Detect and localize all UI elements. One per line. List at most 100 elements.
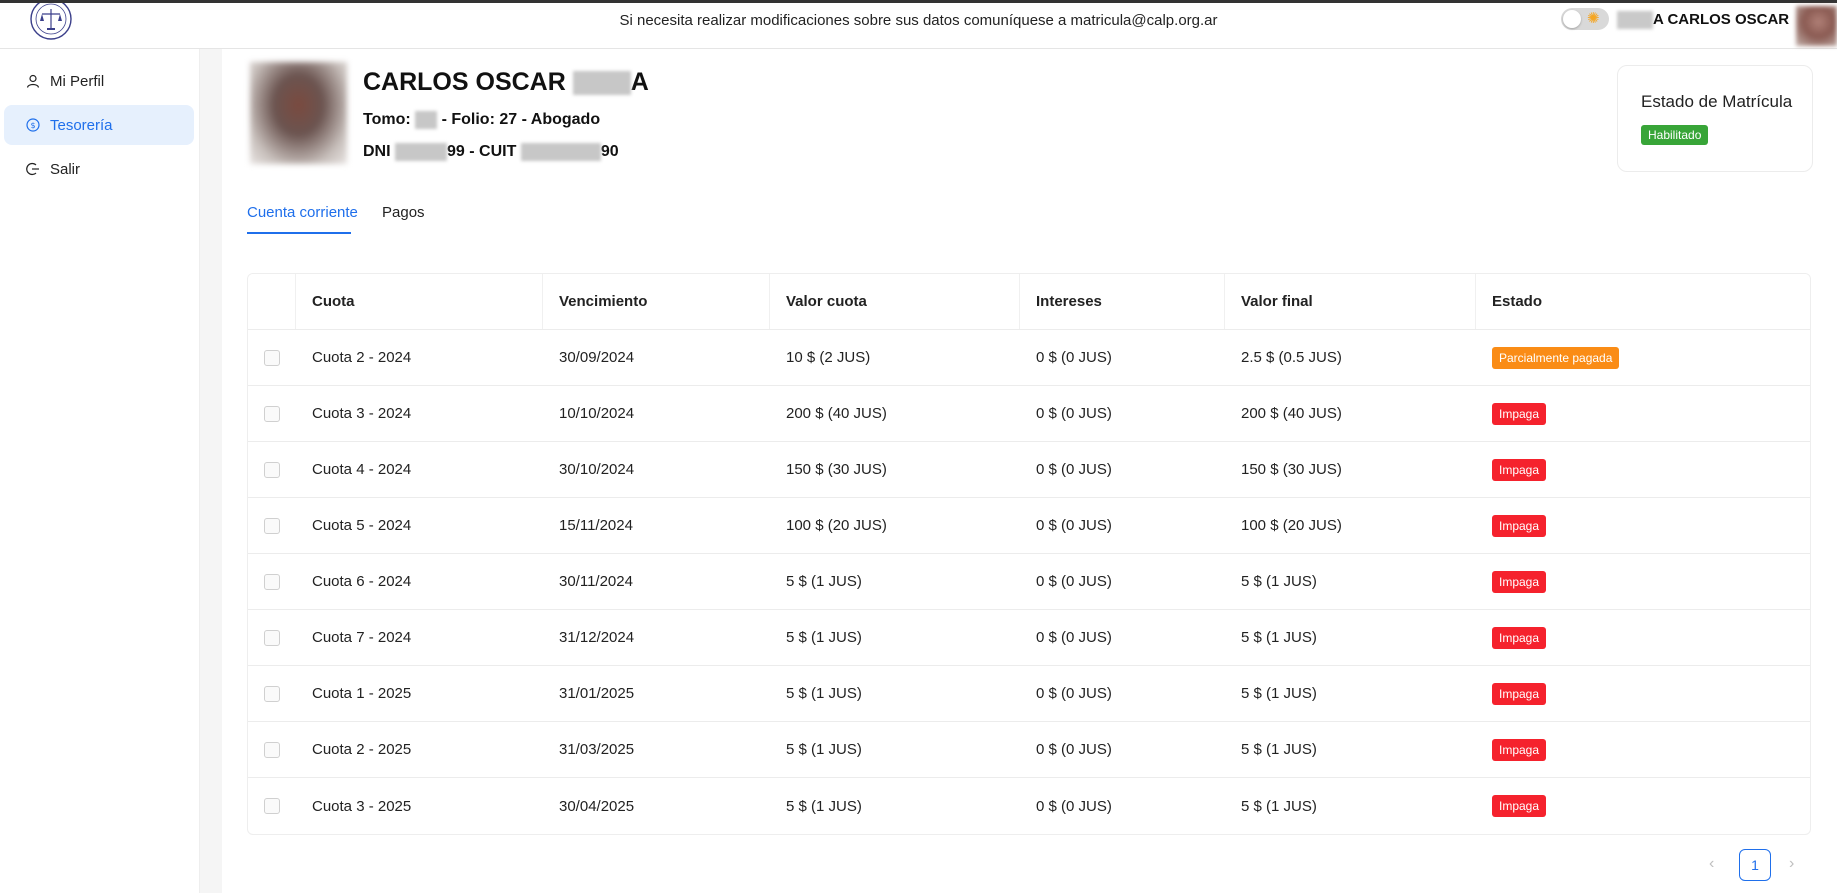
column-header-estado[interactable]: Estado bbox=[1476, 274, 1810, 329]
profile-dni-cuit: DNI 99 - CUIT 90 bbox=[363, 143, 619, 161]
dollar-circle-icon: $ bbox=[26, 118, 40, 132]
cell-valor-final-text: 2.5 $ (0.5 JUS) bbox=[1241, 349, 1342, 366]
sidebar-item-salir[interactable]: Salir bbox=[4, 149, 194, 189]
cell-intereses: 0 $ (0 JUS) bbox=[1020, 722, 1225, 777]
row-checkbox[interactable] bbox=[264, 685, 280, 702]
cell-intereses-text: 0 $ (0 JUS) bbox=[1036, 797, 1112, 815]
row-checkbox[interactable] bbox=[264, 405, 280, 422]
column-header-vencimiento[interactable]: Vencimiento bbox=[543, 274, 770, 329]
user-icon bbox=[26, 74, 40, 88]
row-checkbox-cell bbox=[248, 666, 296, 721]
cell-valor-final: 5 $ (1 JUS) bbox=[1225, 722, 1476, 777]
user-name[interactable]: A CARLOS OSCAR bbox=[1653, 11, 1789, 28]
row-checkbox[interactable] bbox=[264, 741, 280, 758]
cell-cuota: Cuota 5 - 2024 bbox=[296, 498, 543, 553]
cell-estado: Impaga bbox=[1476, 666, 1810, 721]
sidebar-item-mi-perfil[interactable]: Mi Perfil bbox=[4, 61, 194, 101]
cell-valor-final-text: 5 $ (1 JUS) bbox=[1241, 629, 1317, 646]
status-badge: Impaga bbox=[1492, 795, 1547, 817]
cell-valor-final: 150 $ (30 JUS) bbox=[1225, 442, 1476, 497]
row-checkbox-cell bbox=[248, 386, 296, 441]
table-row[interactable]: Cuota 3 - 2025 30/04/2025 5 $ (1 JUS) 0 $ (… bbox=[248, 778, 1810, 834]
cell-intereses: 0 $ (0 JUS) bbox=[1020, 498, 1225, 553]
redacted-surname bbox=[1617, 11, 1653, 29]
cell-valor-final-text: 200 $ (40 JUS) bbox=[1241, 405, 1342, 422]
cell-cuota: Cuota 1 - 2025 bbox=[296, 666, 543, 721]
tab-cuenta-corriente[interactable]: Cuenta corriente bbox=[247, 204, 358, 221]
table-row[interactable]: Cuota 6 - 2024 30/11/2024 5 $ (1 JUS) 0 $ (… bbox=[248, 554, 1810, 610]
status-badge: Impaga bbox=[1492, 626, 1547, 649]
row-checkbox[interactable] bbox=[264, 629, 280, 646]
cell-vencimiento-text: 30/09/2024 bbox=[559, 349, 635, 366]
row-checkbox[interactable] bbox=[264, 517, 280, 534]
column-header-valor-cuota[interactable]: Valor cuota bbox=[770, 274, 1020, 329]
cell-intereses: 0 $ (0 JUS) bbox=[1020, 554, 1225, 609]
cell-intereses: 0 $ (0 JUS) bbox=[1020, 666, 1225, 721]
column-header-valor-final[interactable]: Valor final bbox=[1225, 274, 1476, 329]
row-checkbox[interactable] bbox=[264, 573, 280, 590]
cell-valor-cuota-text: 5 $ (1 JUS) bbox=[786, 685, 862, 702]
cell-valor-cuota-text: 100 $ (20 JUS) bbox=[786, 517, 887, 534]
cell-valor-final-text: 5 $ (1 JUS) bbox=[1241, 797, 1317, 815]
cell-intereses-text: 0 $ (0 JUS) bbox=[1036, 517, 1112, 534]
status-badge: Impaga bbox=[1492, 570, 1547, 593]
tomo-label: Tomo: bbox=[363, 111, 411, 129]
cell-vencimiento-text: 30/04/2025 bbox=[559, 797, 635, 815]
top-bar: Si necesita realizar modificaciones sobr… bbox=[0, 0, 1837, 49]
row-checkbox-cell bbox=[248, 442, 296, 497]
table-row[interactable]: Cuota 7 - 2024 31/12/2024 5 $ (1 JUS) 0 $ (… bbox=[248, 610, 1810, 666]
row-checkbox-cell bbox=[248, 330, 296, 385]
cell-cuota: Cuota 6 - 2024 bbox=[296, 554, 543, 609]
cell-vencimiento: 30/10/2024 bbox=[543, 442, 770, 497]
cell-vencimiento-text: 30/11/2024 bbox=[559, 573, 633, 590]
cell-intereses: 0 $ (0 JUS) bbox=[1020, 330, 1225, 385]
column-header-cuota[interactable]: Cuota bbox=[296, 274, 543, 329]
table-row[interactable]: Cuota 2 - 2025 31/03/2025 5 $ (1 JUS) 0 $ (… bbox=[248, 722, 1810, 778]
cell-cuota: Cuota 7 - 2024 bbox=[296, 610, 543, 665]
table-row[interactable]: Cuota 2 - 2024 30/09/2024 10 $ (2 JUS) 0 $ … bbox=[248, 330, 1810, 386]
svg-text:$: $ bbox=[30, 121, 35, 130]
cell-cuota: Cuota 4 - 2024 bbox=[296, 442, 543, 497]
pagination-prev-button[interactable]: ‹ bbox=[1709, 855, 1714, 873]
cell-cuota-text: Cuota 4 - 2024 bbox=[312, 461, 412, 478]
profile-photo bbox=[250, 62, 347, 164]
sidebar-item-tesoreria[interactable]: $ Tesorería bbox=[4, 105, 194, 145]
cell-intereses-text: 0 $ (0 JUS) bbox=[1036, 629, 1112, 646]
cell-intereses-text: 0 $ (0 JUS) bbox=[1036, 461, 1112, 478]
theme-toggle[interactable]: ✺ bbox=[1561, 8, 1609, 30]
column-header-intereses[interactable]: Intereses bbox=[1020, 274, 1225, 329]
tab-pagos[interactable]: Pagos bbox=[382, 204, 425, 221]
table-row[interactable]: Cuota 3 - 2024 10/10/2024 200 $ (40 JUS) 0 … bbox=[248, 386, 1810, 442]
cell-valor-final-text: 5 $ (1 JUS) bbox=[1241, 741, 1317, 758]
redacted-tomo bbox=[415, 111, 438, 129]
cell-estado: Impaga bbox=[1476, 386, 1810, 441]
row-checkbox[interactable] bbox=[264, 461, 280, 478]
cell-valor-final-text: 150 $ (30 JUS) bbox=[1241, 461, 1342, 478]
cell-estado: Impaga bbox=[1476, 554, 1810, 609]
cell-cuota-text: Cuota 3 - 2024 bbox=[312, 405, 412, 422]
row-checkbox-cell bbox=[248, 610, 296, 665]
cell-intereses: 0 $ (0 JUS) bbox=[1020, 610, 1225, 665]
row-checkbox[interactable] bbox=[264, 349, 280, 366]
cell-valor-cuota: 5 $ (1 JUS) bbox=[770, 610, 1020, 665]
folio-text: - Folio: 27 - Abogado bbox=[441, 111, 601, 129]
cell-valor-final-text: 5 $ (1 JUS) bbox=[1241, 685, 1317, 702]
status-badge: Habilitado bbox=[1641, 125, 1709, 145]
sidebar-item-label: Salir bbox=[50, 160, 81, 178]
table-row[interactable]: Cuota 1 - 2025 31/01/2025 5 $ (1 JUS) 0 $ (… bbox=[248, 666, 1810, 722]
pagination-next-button[interactable]: › bbox=[1789, 855, 1794, 873]
cell-valor-cuota: 5 $ (1 JUS) bbox=[770, 778, 1020, 834]
cell-valor-final: 100 $ (20 JUS) bbox=[1225, 498, 1476, 553]
cell-valor-cuota: 10 $ (2 JUS) bbox=[770, 330, 1020, 385]
row-checkbox[interactable] bbox=[264, 798, 280, 814]
sun-icon: ✺ bbox=[1587, 10, 1600, 27]
pagination-page-1[interactable]: 1 bbox=[1739, 849, 1771, 881]
avatar[interactable] bbox=[1796, 6, 1837, 46]
table-row[interactable]: Cuota 4 - 2024 30/10/2024 150 $ (30 JUS) 0 … bbox=[248, 442, 1810, 498]
cell-estado: Impaga bbox=[1476, 722, 1810, 777]
cell-vencimiento: 31/01/2025 bbox=[543, 666, 770, 721]
cell-estado: Impaga bbox=[1476, 442, 1810, 497]
table-body: Cuota 2 - 2024 30/09/2024 10 $ (2 JUS) 0 $ … bbox=[248, 330, 1810, 834]
table-row[interactable]: Cuota 5 - 2024 15/11/2024 100 $ (20 JUS) 0 … bbox=[248, 498, 1810, 554]
row-checkbox-cell bbox=[248, 778, 296, 834]
